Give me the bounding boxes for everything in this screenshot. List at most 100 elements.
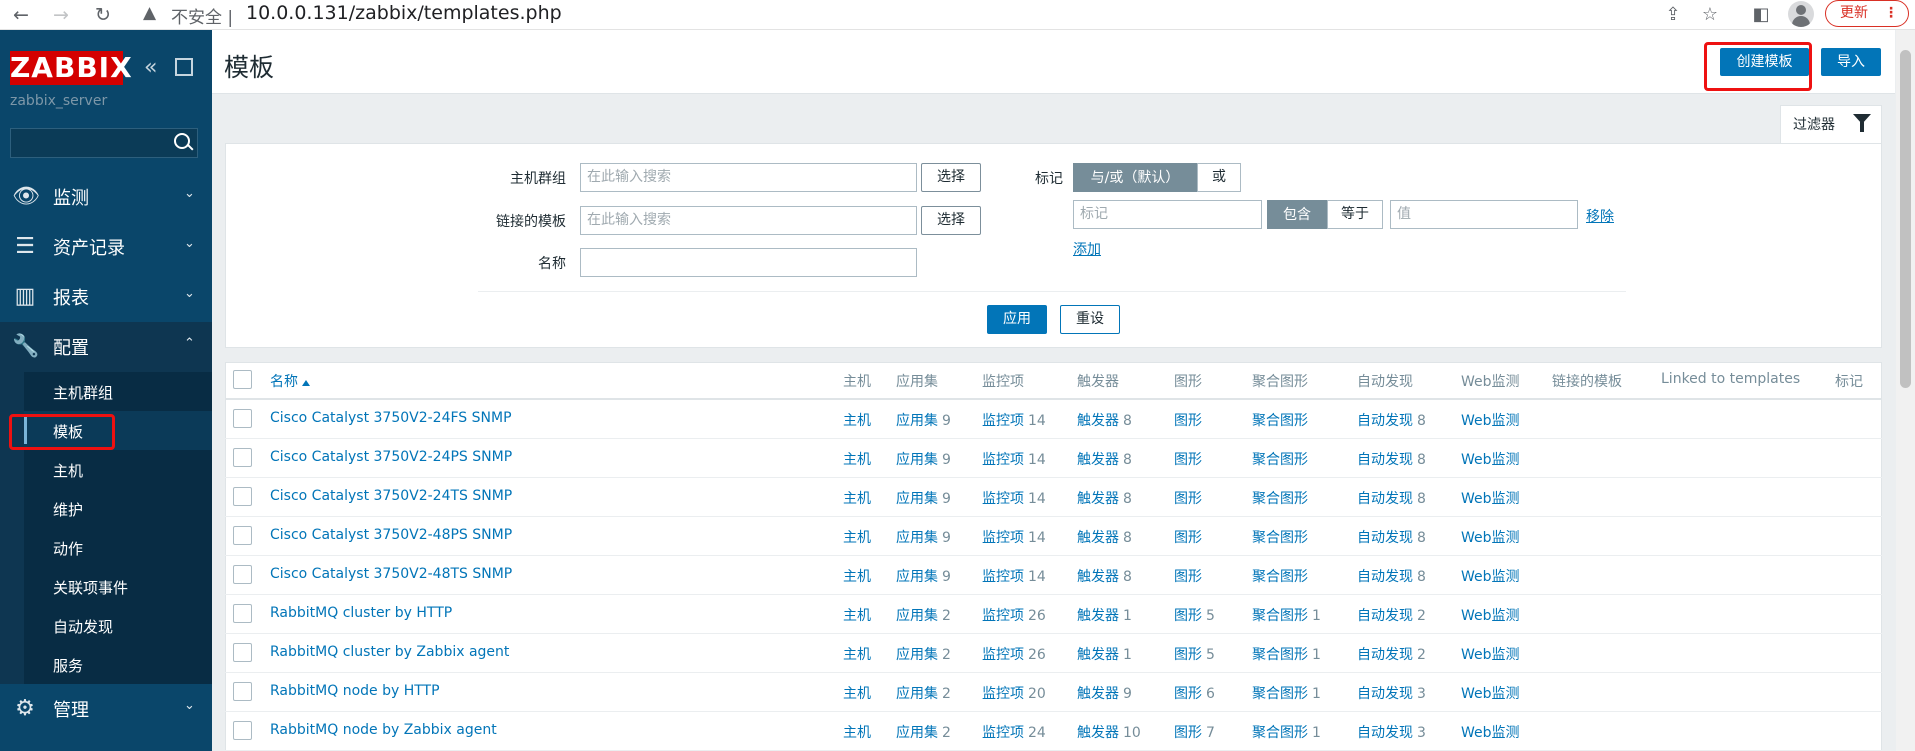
items-link[interactable]: 监控项 bbox=[982, 452, 1024, 468]
triggers-link[interactable]: 触发器 bbox=[1077, 491, 1119, 507]
and-or-toggle[interactable]: 与/或（默认） bbox=[1073, 163, 1197, 192]
discovery-link[interactable]: 自动发现 bbox=[1357, 725, 1413, 741]
tag-value-input[interactable]: 值 bbox=[1390, 200, 1578, 229]
triggers-link[interactable]: 触发器 bbox=[1077, 686, 1119, 702]
graphs-link[interactable]: 图形 bbox=[1174, 413, 1202, 429]
submenu-discovery[interactable]: 自动发现 bbox=[0, 606, 212, 645]
template-name-link[interactable]: RabbitMQ cluster by HTTP bbox=[270, 605, 452, 621]
star-icon[interactable]: ☆ bbox=[1697, 3, 1723, 27]
discovery-link[interactable]: 自动发现 bbox=[1357, 569, 1413, 585]
items-link[interactable]: 监控项 bbox=[982, 686, 1024, 702]
applications-link[interactable]: 应用集 bbox=[896, 686, 938, 702]
discovery-link[interactable]: 自动发现 bbox=[1357, 491, 1413, 507]
row-checkbox[interactable] bbox=[233, 682, 252, 701]
zabbix-logo[interactable]: ZABBIX bbox=[10, 51, 132, 85]
hosts-link[interactable]: 主机 bbox=[843, 530, 871, 546]
items-link[interactable]: 监控项 bbox=[982, 569, 1024, 585]
linked-templates-input[interactable]: 在此输入搜索 bbox=[580, 206, 917, 235]
hosts-link[interactable]: 主机 bbox=[843, 647, 871, 663]
row-checkbox[interactable] bbox=[233, 409, 252, 428]
items-link[interactable]: 监控项 bbox=[982, 530, 1024, 546]
hosts-link[interactable]: 主机 bbox=[843, 569, 871, 585]
screens-link[interactable]: 聚合图形 bbox=[1252, 725, 1308, 741]
scrollbar-thumb[interactable] bbox=[1900, 50, 1911, 388]
menu-reports[interactable]: ▥ 报表 ⌄ bbox=[0, 272, 212, 322]
reload-icon[interactable]: ↻ bbox=[90, 2, 116, 28]
page-scrollbar[interactable] bbox=[1896, 30, 1915, 751]
tag-name-input[interactable]: 标记 bbox=[1073, 200, 1262, 229]
discovery-link[interactable]: 自动发现 bbox=[1357, 647, 1413, 663]
applications-link[interactable]: 应用集 bbox=[896, 452, 938, 468]
row-checkbox[interactable] bbox=[233, 448, 252, 467]
applications-link[interactable]: 应用集 bbox=[896, 569, 938, 585]
items-link[interactable]: 监控项 bbox=[982, 491, 1024, 507]
add-tag-link[interactable]: 添加 bbox=[1073, 239, 1101, 259]
template-name-link[interactable]: Cisco Catalyst 3750V2-24TS SNMP bbox=[270, 488, 512, 504]
submenu-maintenance[interactable]: 维护 bbox=[0, 489, 212, 528]
side-panel-icon[interactable]: ◧ bbox=[1748, 3, 1774, 27]
applications-link[interactable]: 应用集 bbox=[896, 725, 938, 741]
collapse-sidebar-icon[interactable]: « bbox=[144, 55, 157, 80]
row-checkbox[interactable] bbox=[233, 526, 252, 545]
applications-link[interactable]: 应用集 bbox=[896, 413, 938, 429]
hosts-link[interactable]: 主机 bbox=[843, 608, 871, 624]
screens-link[interactable]: 聚合图形 bbox=[1252, 608, 1308, 624]
triggers-link[interactable]: 触发器 bbox=[1077, 647, 1119, 663]
template-name-link[interactable]: Cisco Catalyst 3750V2-48TS SNMP bbox=[270, 566, 512, 582]
triggers-link[interactable]: 触发器 bbox=[1077, 608, 1119, 624]
web-link[interactable]: Web监测 bbox=[1461, 491, 1520, 507]
select-all-checkbox[interactable] bbox=[233, 370, 252, 389]
graphs-link[interactable]: 图形 bbox=[1174, 530, 1202, 546]
hosts-link[interactable]: 主机 bbox=[843, 725, 871, 741]
graphs-link[interactable]: 图形 bbox=[1174, 647, 1202, 663]
web-link[interactable]: Web监测 bbox=[1461, 452, 1520, 468]
items-link[interactable]: 监控项 bbox=[982, 725, 1024, 741]
web-link[interactable]: Web监测 bbox=[1461, 569, 1520, 585]
screens-link[interactable]: 聚合图形 bbox=[1252, 647, 1308, 663]
triggers-link[interactable]: 触发器 bbox=[1077, 725, 1119, 741]
row-checkbox[interactable] bbox=[233, 565, 252, 584]
share-icon[interactable]: ⇪ bbox=[1660, 3, 1686, 27]
items-link[interactable]: 监控项 bbox=[982, 413, 1024, 429]
template-name-link[interactable]: RabbitMQ cluster by Zabbix agent bbox=[270, 644, 509, 660]
menu-configuration[interactable]: 🔧 配置 ⌃ bbox=[0, 322, 212, 372]
row-checkbox[interactable] bbox=[233, 643, 252, 662]
graphs-link[interactable]: 图形 bbox=[1174, 608, 1202, 624]
graphs-link[interactable]: 图形 bbox=[1174, 569, 1202, 585]
web-link[interactable]: Web监测 bbox=[1461, 647, 1520, 663]
web-link[interactable]: Web监测 bbox=[1461, 413, 1520, 429]
submenu-hosts[interactable]: 主机 bbox=[0, 450, 212, 489]
screens-link[interactable]: 聚合图形 bbox=[1252, 413, 1308, 429]
address-bar[interactable]: 10.0.0.131/zabbix/templates.php bbox=[246, 2, 562, 24]
screens-link[interactable]: 聚合图形 bbox=[1252, 569, 1308, 585]
items-link[interactable]: 监控项 bbox=[982, 608, 1024, 624]
submenu-event-correlation[interactable]: 关联项事件 bbox=[0, 567, 212, 606]
hosts-link[interactable]: 主机 bbox=[843, 413, 871, 429]
graphs-link[interactable]: 图形 bbox=[1174, 491, 1202, 507]
triggers-link[interactable]: 触发器 bbox=[1077, 413, 1119, 429]
warning-triangle-icon[interactable]: ▲ bbox=[143, 3, 156, 23]
graphs-link[interactable]: 图形 bbox=[1174, 725, 1202, 741]
screens-link[interactable]: 聚合图形 bbox=[1252, 530, 1308, 546]
hosts-link[interactable]: 主机 bbox=[843, 452, 871, 468]
menu-monitoring[interactable]: 👁 监测 ⌄ bbox=[0, 172, 212, 222]
triggers-link[interactable]: 触发器 bbox=[1077, 530, 1119, 546]
linked-templates-select-button[interactable]: 选择 bbox=[921, 206, 981, 235]
equals-toggle[interactable]: 等于 bbox=[1327, 200, 1383, 229]
menu-administration[interactable]: ⚙ 管理 ⌄ bbox=[0, 684, 212, 734]
screens-link[interactable]: 聚合图形 bbox=[1252, 452, 1308, 468]
web-link[interactable]: Web监测 bbox=[1461, 608, 1520, 624]
host-groups-select-button[interactable]: 选择 bbox=[921, 163, 981, 192]
row-checkbox[interactable] bbox=[233, 721, 252, 740]
row-checkbox[interactable] bbox=[233, 487, 252, 506]
sidebar-search-input[interactable] bbox=[10, 128, 198, 158]
screens-link[interactable]: 聚合图形 bbox=[1252, 491, 1308, 507]
column-name[interactable]: 名称 bbox=[270, 371, 310, 391]
discovery-link[interactable]: 自动发现 bbox=[1357, 452, 1413, 468]
remove-tag-link[interactable]: 移除 bbox=[1586, 206, 1614, 226]
template-name-link[interactable]: RabbitMQ node by Zabbix agent bbox=[270, 722, 497, 738]
web-link[interactable]: Web监测 bbox=[1461, 686, 1520, 702]
applications-link[interactable]: 应用集 bbox=[896, 608, 938, 624]
template-name-link[interactable]: RabbitMQ node by HTTP bbox=[270, 683, 440, 699]
discovery-link[interactable]: 自动发现 bbox=[1357, 530, 1413, 546]
